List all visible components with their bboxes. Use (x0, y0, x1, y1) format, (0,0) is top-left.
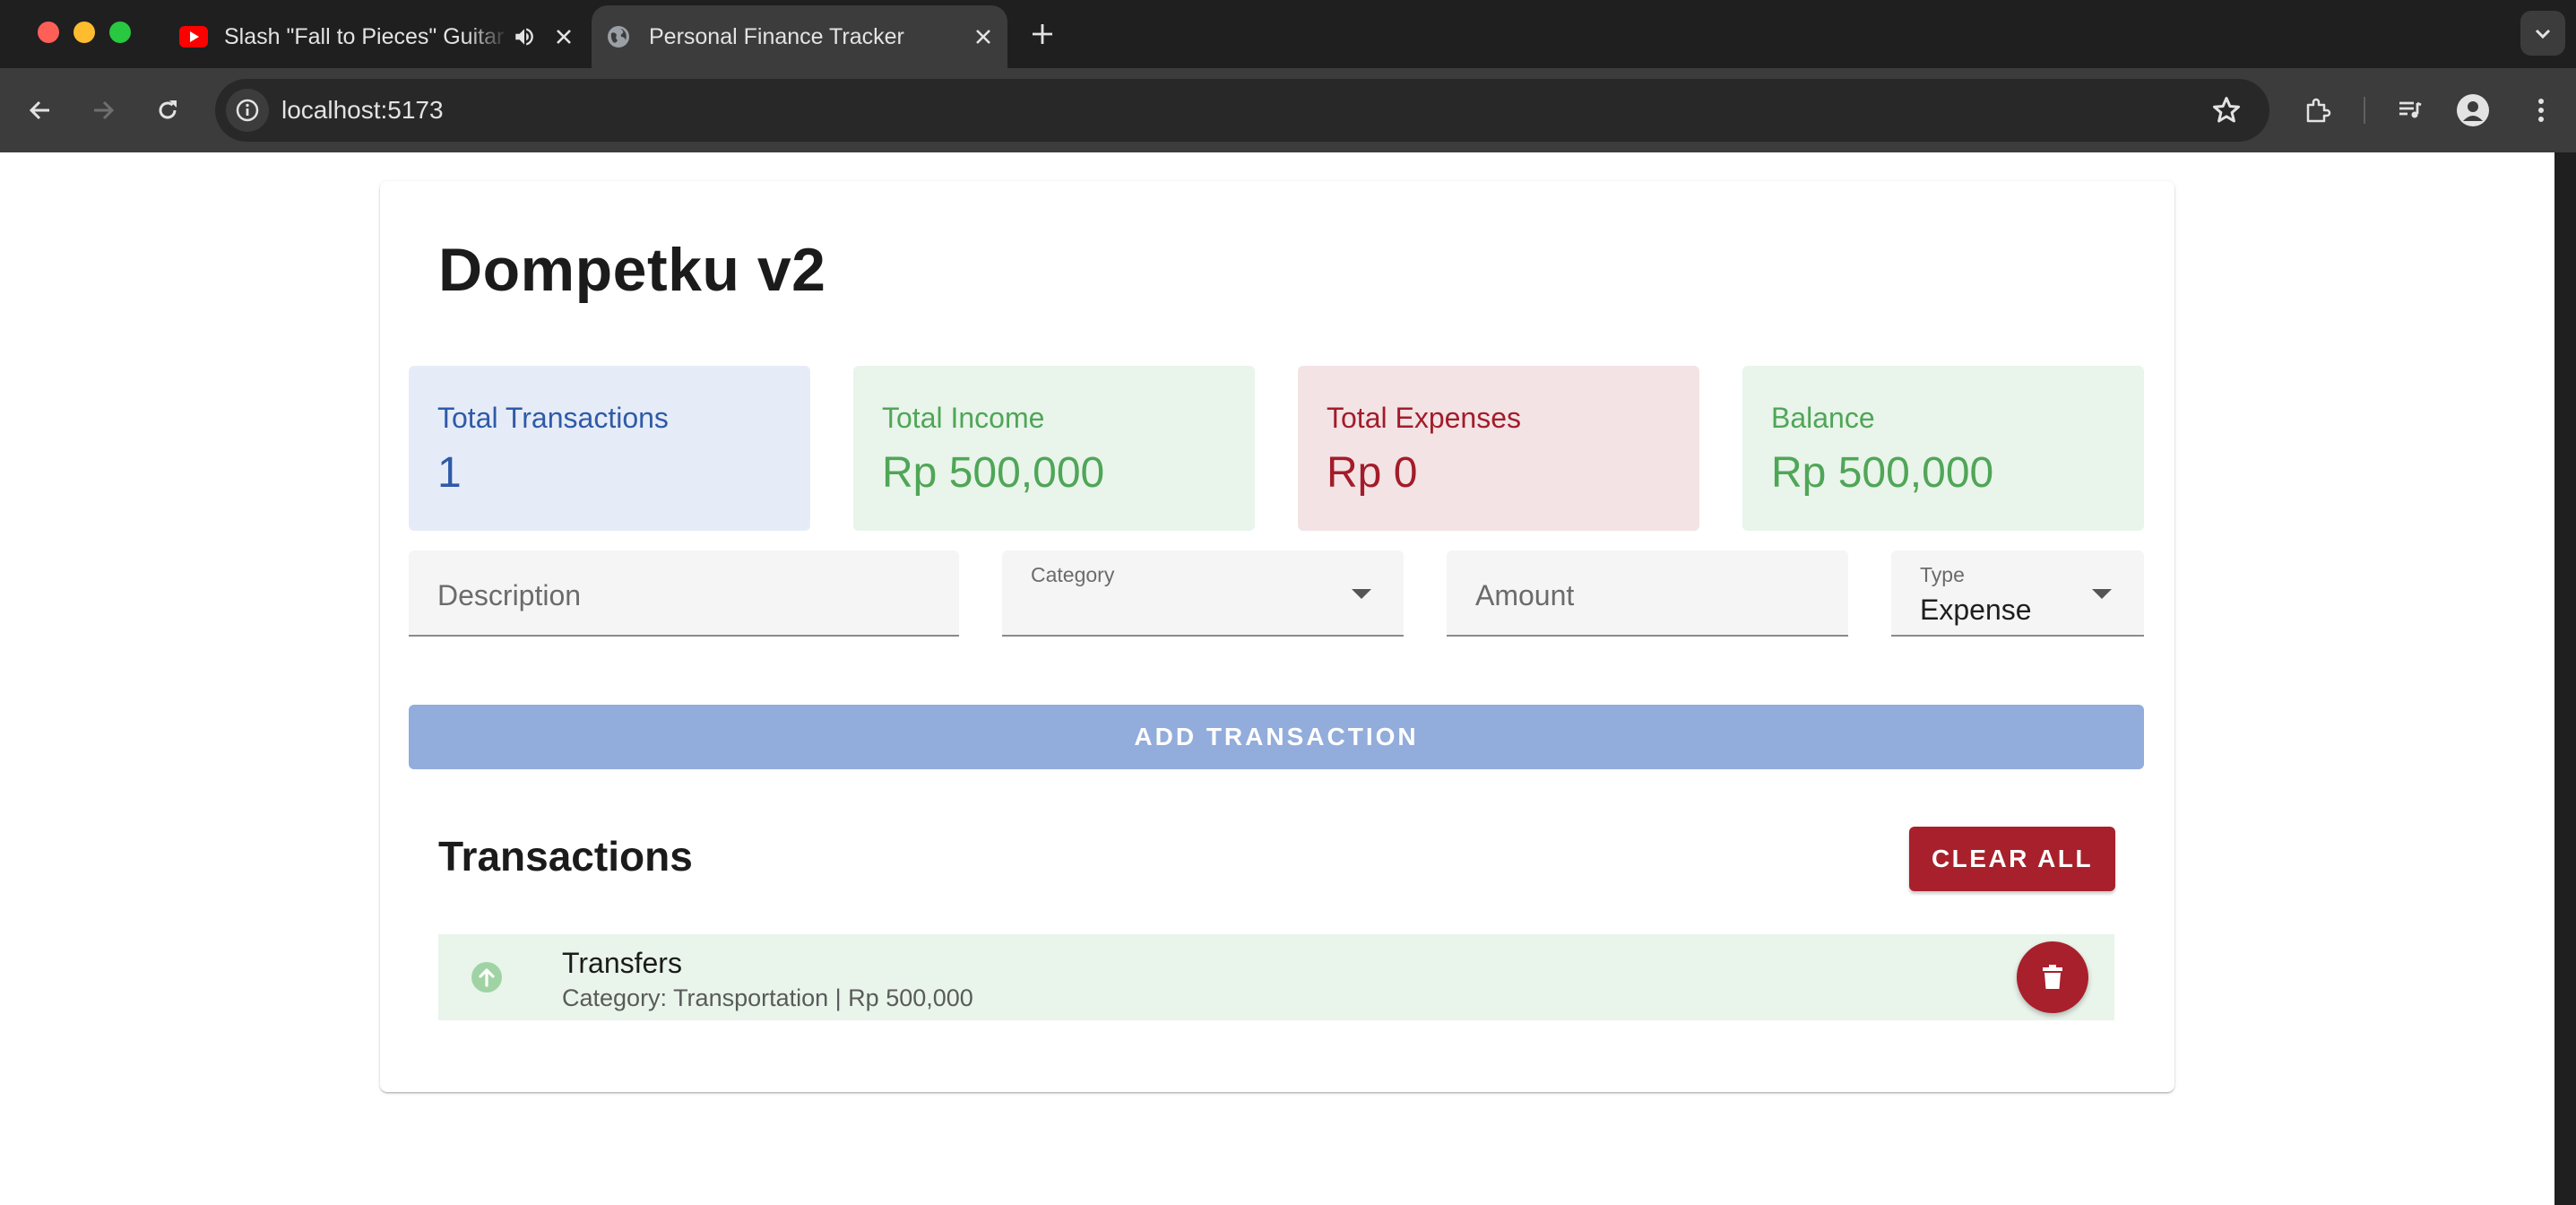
stat-label: Total Income (882, 402, 1045, 434)
stat-label: Balance (1771, 402, 1875, 434)
category-select[interactable]: Category (1002, 550, 1404, 637)
window-minimize-button[interactable] (73, 22, 95, 43)
close-tab-icon[interactable] (968, 22, 998, 52)
browser-menu-icon[interactable] (2520, 90, 2562, 131)
transaction-list-item: Transfers Category: Transportation | Rp … (438, 934, 2114, 1020)
type-value: Expense (1920, 594, 2032, 626)
reload-icon (159, 100, 177, 119)
window-close-button[interactable] (38, 22, 59, 43)
tab-youtube[interactable]: Slash "Fall to Pieces" Guitar Solo (167, 5, 588, 68)
dropdown-caret-icon (2092, 589, 2112, 599)
tab-title: Personal Finance Tracker (649, 23, 904, 49)
app-title: Dompetku v2 (438, 236, 826, 304)
close-tab-icon[interactable] (549, 22, 579, 52)
dropdown-caret-icon (1352, 589, 1371, 599)
stat-total-income: Total Income Rp 500,000 (853, 366, 1255, 531)
extensions-icon[interactable] (2296, 90, 2338, 131)
amount-field[interactable]: Amount (1447, 550, 1848, 637)
stat-value: Rp 0 (1327, 449, 1418, 497)
stat-value: Rp 500,000 (882, 449, 1105, 497)
youtube-icon (179, 26, 208, 48)
page-scrollbar[interactable] (2554, 152, 2576, 1205)
browser-toolbar: localhost:5173 (0, 68, 2576, 152)
stat-label: Total Expenses (1327, 402, 1522, 434)
delete-transaction-button[interactable] (2017, 941, 2088, 1013)
bookmark-star-icon[interactable] (2210, 94, 2243, 126)
stat-balance: Balance Rp 500,000 (1742, 366, 2144, 531)
trash-icon (2043, 965, 2062, 989)
chevron-down-icon (2535, 29, 2551, 39)
clear-all-button[interactable]: CLEAR ALL (1909, 827, 2115, 891)
tab-search-button[interactable] (2520, 11, 2565, 56)
site-info-icon[interactable] (226, 89, 269, 132)
amount-placeholder: Amount (1475, 579, 1575, 611)
window-zoom-button[interactable] (109, 22, 131, 43)
stat-value: Rp 500,000 (1771, 449, 1994, 497)
description-placeholder: Description (437, 579, 582, 611)
profile-avatar-icon[interactable] (2452, 90, 2494, 131)
forward-button[interactable] (82, 90, 124, 131)
stat-total-transactions: Total Transactions 1 (409, 366, 810, 531)
toolbar-separator (2364, 97, 2365, 124)
url-text[interactable]: localhost:5173 (281, 96, 444, 125)
type-select[interactable]: Type Expense (1891, 550, 2144, 637)
browser-tab-bar: Slash "Fall to Pieces" Guitar Solo Perso… (0, 0, 2576, 68)
tab-title: Slash "Fall to Pieces" Guitar Solo (224, 23, 509, 49)
globe-icon (604, 26, 633, 48)
stat-value: 1 (437, 449, 462, 497)
description-field[interactable]: Description (409, 550, 959, 637)
address-bar[interactable]: localhost:5173 (215, 79, 2269, 142)
back-button[interactable] (20, 90, 61, 131)
add-transaction-button[interactable]: ADD TRANSACTION (409, 705, 2144, 769)
arrow-up-circle-icon (471, 962, 502, 993)
transactions-heading: Transactions (438, 833, 693, 880)
category-label: Category (1031, 563, 1115, 586)
tab-finance-tracker[interactable]: Personal Finance Tracker (592, 5, 1007, 68)
transaction-details: Category: Transportation | Rp 500,000 (562, 984, 973, 1011)
page-viewport: Dompetku v2 Total Transactions 1 Total I… (0, 152, 2554, 1205)
reload-button[interactable] (147, 90, 188, 131)
app-card: Dompetku v2 Total Transactions 1 Total I… (380, 181, 2174, 1092)
stat-label: Total Transactions (437, 402, 669, 434)
speaker-icon[interactable] (509, 22, 540, 52)
arrow-right-icon (94, 100, 115, 120)
type-label: Type (1920, 563, 1965, 586)
media-control-icon[interactable] (2390, 90, 2431, 131)
stat-total-expenses: Total Expenses Rp 0 (1298, 366, 1699, 531)
arrow-left-icon (29, 100, 49, 120)
new-tab-button[interactable] (1026, 18, 1059, 50)
transaction-title: Transfers (562, 947, 682, 979)
